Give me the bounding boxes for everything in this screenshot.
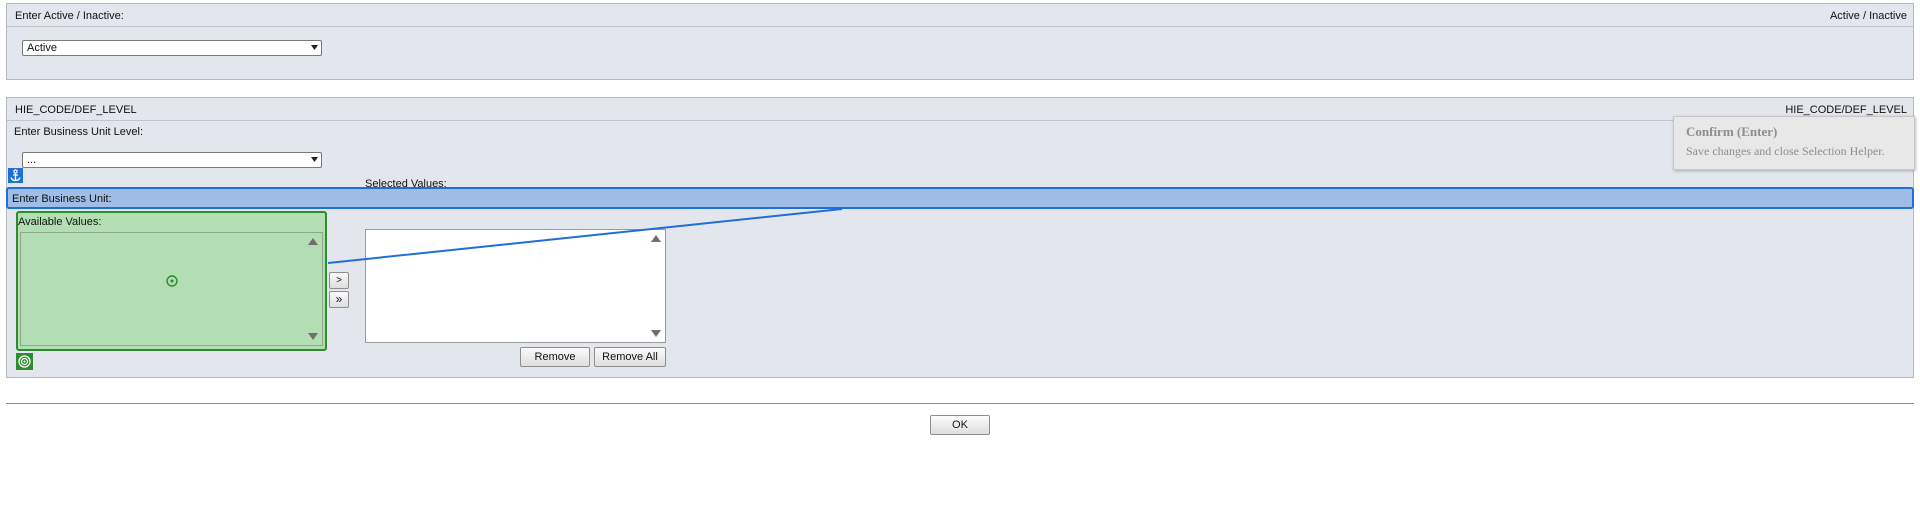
confirm-tooltip: Confirm (Enter) Save changes and close S… (1673, 116, 1915, 170)
tooltip-title: Confirm (Enter) (1686, 124, 1778, 139)
ok-button-label: OK (952, 419, 968, 431)
connector-line (327, 208, 843, 264)
ok-button[interactable]: OK (930, 415, 990, 435)
tooltip-description: Save changes and close Selection Helper. (1686, 144, 1885, 158)
footer-divider (6, 403, 1914, 404)
